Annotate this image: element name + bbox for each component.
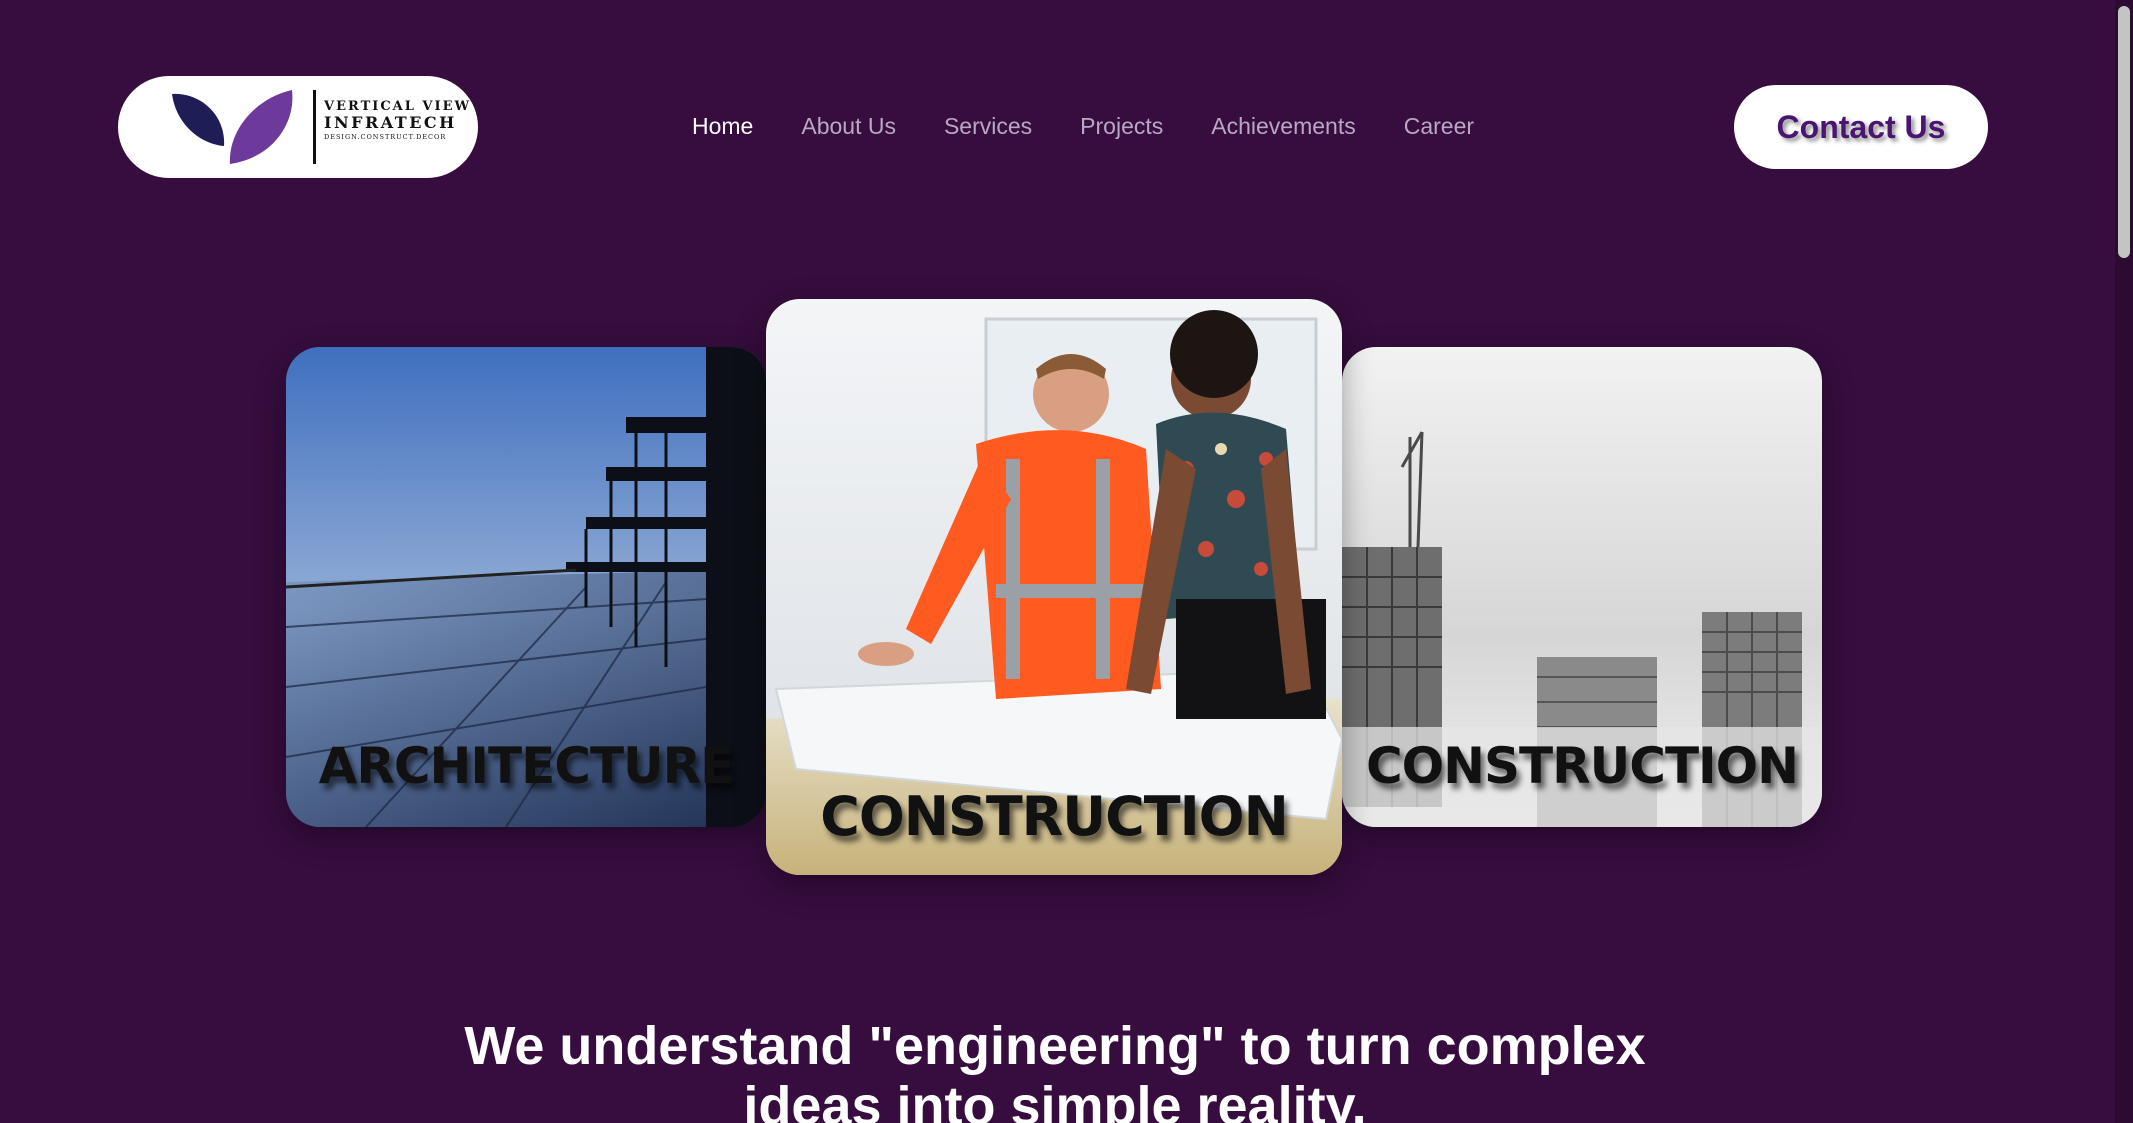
hero-tagline-line-2: ideas into simple reality.	[743, 1076, 1367, 1123]
nav-about-us[interactable]: About Us	[801, 113, 896, 140]
brand-line-2: INFRATECH	[324, 113, 457, 133]
logo-divider	[313, 90, 316, 164]
card-label-architecture: ARCHITECTURE	[318, 737, 735, 795]
hero-tagline: We understand "engineering" to turn comp…	[0, 1016, 2110, 1123]
card-construction-featured[interactable]: CONSTRUCTION	[766, 299, 1342, 875]
brand-name: VERTICAL VIEW INFRATECH DESIGN.CONSTRUCT…	[324, 99, 472, 141]
card-label-construction-featured: CONSTRUCTION	[820, 785, 1289, 848]
leaf-logo-icon	[172, 90, 293, 164]
nav-achievements[interactable]: Achievements	[1211, 113, 1355, 140]
page-scrollbar[interactable]	[2115, 0, 2133, 1123]
page: VERTICAL VIEW INFRATECH DESIGN.CONSTRUCT…	[0, 0, 2133, 1123]
brand-logo[interactable]: VERTICAL VIEW INFRATECH DESIGN.CONSTRUCT…	[118, 76, 478, 178]
main-nav: Home About Us Services Projects Achievem…	[692, 113, 1474, 140]
hero-tagline-line-1: We understand "engineering" to turn comp…	[464, 1016, 1646, 1077]
nav-home[interactable]: Home	[692, 113, 753, 140]
card-architecture[interactable]: ARCHITECTURE	[286, 347, 766, 827]
brand-tagline: DESIGN.CONSTRUCT.DECOR	[324, 132, 447, 141]
card-label-construction: CONSTRUCTION	[1365, 737, 1799, 795]
nav-services[interactable]: Services	[944, 113, 1032, 140]
scrollbar-thumb[interactable]	[2118, 6, 2130, 258]
nav-career[interactable]: Career	[1404, 113, 1474, 140]
nav-projects[interactable]: Projects	[1080, 113, 1163, 140]
card-construction[interactable]: CONSTRUCTION	[1342, 347, 1822, 827]
contact-us-button[interactable]: Contact Us	[1734, 85, 1988, 169]
brand-line-1: VERTICAL VIEW	[324, 99, 472, 114]
